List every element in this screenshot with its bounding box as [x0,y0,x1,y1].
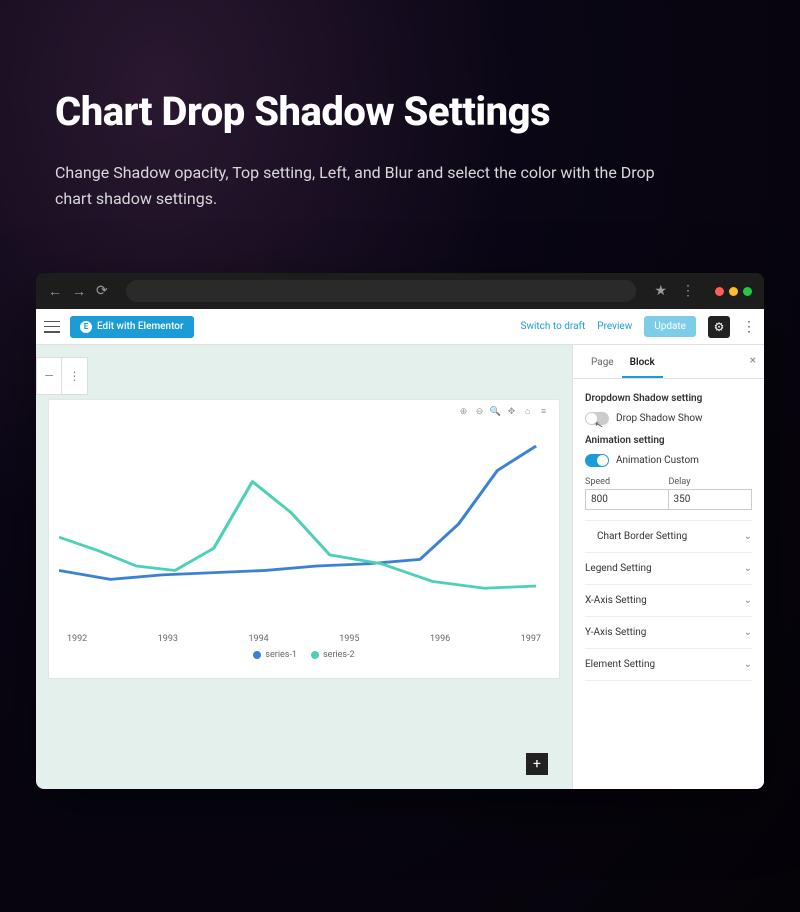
browser-window: ← → ⟳ ★ ⋮ E Edit with Elementor Switch t… [36,273,764,789]
maximize-window-icon[interactable] [743,287,752,296]
more-icon[interactable]: ⋮ [742,319,756,335]
chevron-down-icon: ⌄ [744,595,752,606]
inspector-panel: Page Block × Dropdown Shadow setting ↖ D… [572,345,764,789]
speed-label: Speed [585,477,669,487]
x-tick: 1996 [430,634,450,644]
gear-icon: ⚙ [714,320,725,334]
window-controls [715,287,752,296]
tab-block[interactable]: Block [622,353,663,378]
chart-card: ⊕ ⊖ 🔍 ✥ ⌂ ≡ 1992 1993 1994 [48,399,560,679]
cursor-icon: ↖ [594,419,605,432]
accordion-yaxis[interactable]: Y-Axis Setting ⌄ [585,616,752,648]
page-title: Chart Drop Shadow Settings [55,90,750,134]
x-tick: 1993 [158,634,178,644]
drop-shadow-toggle[interactable]: ↖ [585,412,609,425]
home-icon[interactable]: ⌂ [522,406,533,417]
browser-toolbar: ← → ⟳ ★ ⋮ [36,273,764,309]
edit-with-elementor-button[interactable]: E Edit with Elementor [70,316,194,338]
add-block-button[interactable]: + [526,753,548,775]
tab-page[interactable]: Page [583,353,622,378]
close-icon[interactable]: × [750,353,756,367]
close-window-icon[interactable] [715,287,724,296]
editor-topbar: E Edit with Elementor Switch to draft Pr… [36,309,764,345]
animation-custom-label: Animation Custom [616,455,699,466]
url-bar[interactable] [126,280,637,302]
speed-input[interactable]: 800 [585,489,669,510]
page-subtitle: Change Shadow opacity, Top setting, Left… [55,160,675,211]
inspector-tabs: Page Block × [573,345,764,379]
delay-label: Delay [669,477,753,487]
zoom-out-icon[interactable]: ⊖ [474,406,485,417]
canvas: — ⋮ ⊕ ⊖ 🔍 ✥ ⌂ ≡ [36,345,572,789]
accordion-xaxis[interactable]: X-Axis Setting ⌄ [585,584,752,616]
animation-custom-toggle[interactable] [585,454,609,467]
tool-menu-button[interactable]: ⋮ [62,357,88,395]
settings-button[interactable]: ⚙ [708,316,730,338]
drop-shadow-label: Drop Shadow Show [616,413,703,424]
legend-dot-icon [253,651,261,659]
legend-dot-icon [311,651,319,659]
menu-icon[interactable]: ⋮ [681,283,695,299]
x-axis-labels: 1992 1993 1994 1995 1996 1997 [59,630,549,644]
accordion-legend[interactable]: Legend Setting ⌄ [585,552,752,584]
zoom-icon[interactable]: 🔍 [490,406,501,417]
legend-item[interactable]: series-2 [311,650,355,660]
minimize-window-icon[interactable] [729,287,738,296]
editor-surface: E Edit with Elementor Switch to draft Pr… [36,309,764,789]
delay-input[interactable]: 350 [669,489,753,510]
line-chart [59,426,549,626]
zoom-in-icon[interactable]: ⊕ [458,406,469,417]
back-icon[interactable]: ← [48,283,62,300]
pan-icon[interactable]: ✥ [506,406,517,417]
x-tick: 1997 [521,634,541,644]
elementor-icon: E [80,321,92,333]
section-animation: Animation setting [585,435,752,446]
chevron-down-icon: ⌄ [744,563,752,574]
legend-item[interactable]: series-1 [253,650,297,660]
edit-label: Edit with Elementor [97,321,184,332]
x-tick: 1992 [67,634,87,644]
reload-icon[interactable]: ⟳ [96,283,108,299]
chart-legend: series-1 series-2 [59,650,549,660]
chevron-down-icon: ⌄ [744,627,752,638]
hamburger-icon[interactable] [44,321,60,333]
update-button[interactable]: Update [644,316,696,337]
accordion-chart-border[interactable]: Chart Border Setting ⌄ [585,520,752,552]
chevron-down-icon: ⌄ [744,659,752,670]
chart-menu-icon[interactable]: ≡ [538,406,549,417]
preview-link[interactable]: Preview [597,321,632,332]
collapse-button[interactable]: — [36,357,62,395]
section-dropdown-shadow: Dropdown Shadow setting [585,393,752,404]
accordion-element[interactable]: Element Setting ⌄ [585,648,752,681]
chevron-down-icon: ⌄ [744,531,752,542]
side-toolbox: — ⋮ [36,357,88,395]
bookmark-icon[interactable]: ★ [654,283,667,299]
chart-toolbar: ⊕ ⊖ 🔍 ✥ ⌂ ≡ [458,406,549,417]
forward-icon[interactable]: → [72,283,86,300]
x-tick: 1994 [249,634,269,644]
x-tick: 1995 [339,634,359,644]
switch-draft-link[interactable]: Switch to draft [521,321,586,332]
